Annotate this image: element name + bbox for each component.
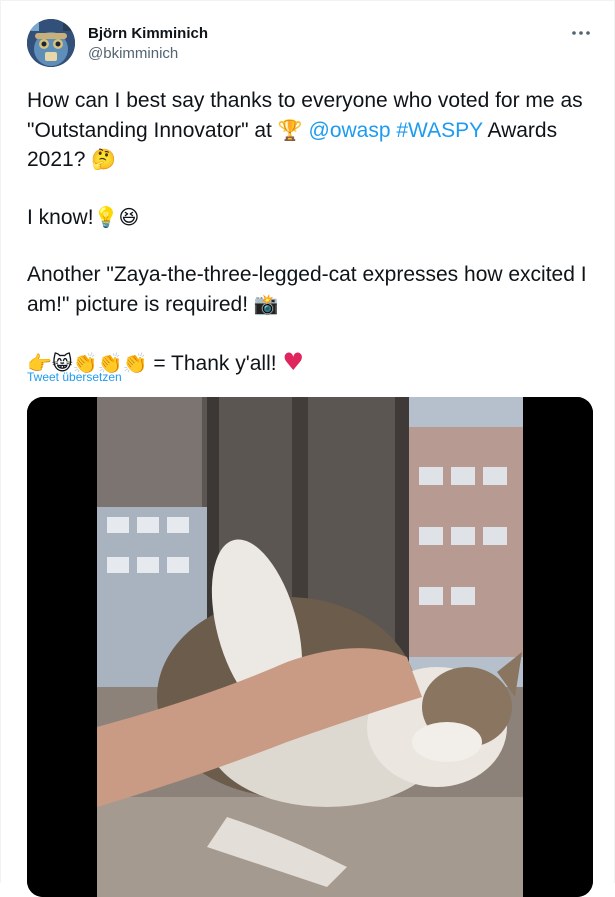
- tweet-text: How can I best say thanks to everyone wh…: [27, 87, 592, 378]
- tweet-media[interactable]: [27, 397, 593, 897]
- text-segment: = Thank y'all!: [153, 351, 277, 375]
- tweet-line-3: Another "Zaya-the-three-legged-cat expre…: [27, 261, 592, 319]
- more-dots-icon: [572, 31, 590, 35]
- mention-link[interactable]: @owasp: [309, 119, 391, 142]
- author-handle[interactable]: @bkimminich: [88, 44, 208, 64]
- hashtag-link[interactable]: #WASPY: [396, 119, 482, 142]
- laughing-emoji: 😆: [118, 205, 140, 229]
- author-display-name[interactable]: Björn Kimminich: [88, 24, 208, 44]
- author-names: Björn Kimminich @bkimminich: [88, 24, 208, 64]
- cat-photo: [27, 397, 593, 897]
- avatar[interactable]: [27, 19, 75, 67]
- trophy-emoji: 🏆: [277, 117, 303, 142]
- avatar-image: [27, 19, 75, 67]
- bulb-emoji: 💡: [93, 205, 119, 229]
- more-options-button[interactable]: [564, 19, 598, 47]
- heart-emoji: ♥: [282, 347, 304, 376]
- translate-tweet-link[interactable]: Tweet übersetzen: [27, 369, 122, 385]
- tweet-line-2: I know!💡😆: [27, 203, 592, 233]
- tweet-header: Björn Kimminich @bkimminich: [27, 19, 598, 71]
- tweet-line-1: How can I best say thanks to everyone wh…: [27, 87, 592, 175]
- camera-emoji: 📸: [253, 291, 279, 316]
- text-segment: Another "Zaya-the-three-legged-cat expre…: [27, 263, 587, 316]
- thinking-emoji: 🤔: [91, 147, 117, 171]
- tweet-card: Björn Kimminich @bkimminich How can I be…: [0, 0, 615, 897]
- text-segment: I know!: [27, 206, 94, 229]
